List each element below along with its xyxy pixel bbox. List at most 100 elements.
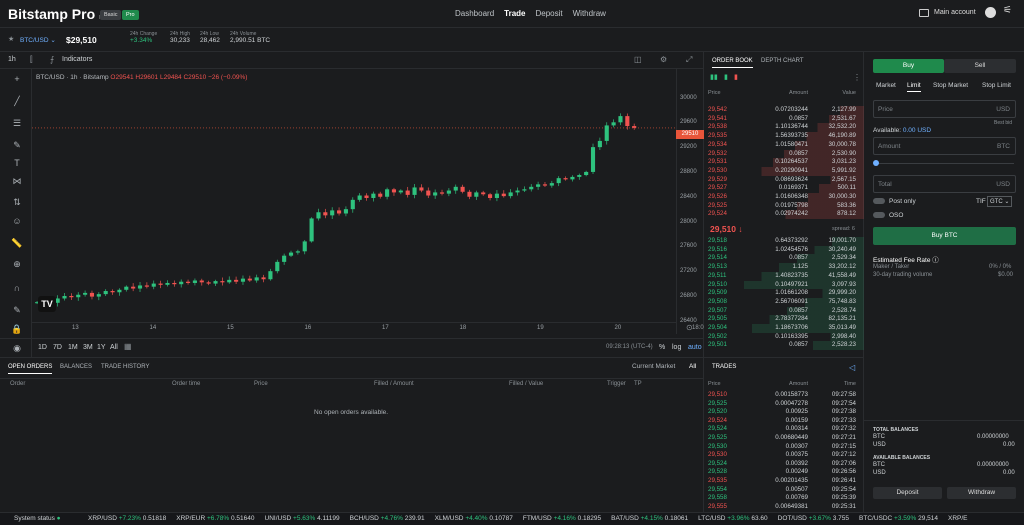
range-1m[interactable]: 1M [68,344,78,351]
bid-row[interactable]: 29,505 2.78377284 82,135.21 [704,315,864,325]
chart-area[interactable]: BTC/USD · 1h · Bitstamp O29541 H29601 L2… [0,52,704,357]
ask-row[interactable]: 29,542 0.07203244 2,127.99 [704,106,864,115]
brand-logo[interactable]: Bitstamp Pro Inc [8,6,106,22]
ask-row[interactable]: 29,541 0.0857 2,531.67 [704,114,864,124]
deposit-button[interactable]: Deposit [873,487,942,499]
sell-tab[interactable]: Sell [944,59,1016,73]
bid-row[interactable]: 29,511 1.40823735 41,558.49 [704,271,864,281]
status-ticker-item[interactable]: BAT/USD +4.15% 0.18061 [611,515,688,522]
all-filter[interactable]: All [689,363,696,370]
pro-mode-pill[interactable]: Pro [122,10,139,20]
amount-slider-handle[interactable] [873,160,879,166]
buy-tab[interactable]: Buy [873,59,944,73]
tab-trade-history[interactable]: TRADE HISTORY [101,364,149,370]
buy-btc-button[interactable]: Buy BTC [873,227,1016,245]
current-market-filter[interactable]: Current Market [632,363,675,370]
tradingview-logo[interactable]: TV [38,296,56,312]
status-ticker-item[interactable]: BTC/USDC +3.59% 29,514 [859,515,938,522]
trade-row[interactable]: 29,535 0.00201435 09:26:41 [704,477,864,486]
trade-row[interactable]: 29,530 0.00375 09:27:12 [704,451,864,460]
trade-row[interactable]: 29,525 0.00680449 09:27:21 [704,434,864,443]
ask-row[interactable]: 29,534 1.01580471 30,000.78 [704,140,864,150]
ask-row[interactable]: 29,535 1.56393735 46,190.89 [704,132,864,141]
bid-row[interactable]: 29,502 0.10163395 2,998.40 [704,332,864,342]
pair-selector[interactable]: BTC/USD ⌄ [20,36,56,44]
star-icon[interactable]: ★ [8,35,14,43]
auto-toggle[interactable]: auto [688,344,702,351]
bid-row[interactable]: 29,509 1.01661208 29,999.20 [704,289,864,298]
post-only-toggle[interactable] [873,198,885,204]
status-ticker-item[interactable]: XRP/E [948,515,968,522]
bid-row[interactable]: 29,516 1.02454576 30,240.49 [704,245,864,255]
bid-row[interactable]: 29,508 2.56706091 75,748.83 [704,297,864,307]
ask-row[interactable]: 29,532 0.0857 2,530.90 [704,149,864,159]
order-type-market[interactable]: Market [876,82,896,89]
trade-row[interactable]: 29,510 0.00158773 09:27:58 [704,391,864,400]
tif-select[interactable]: GTC ⌄ [987,196,1013,207]
range-all[interactable]: All [110,344,118,351]
ask-row[interactable]: 29,524 0.02974242 878.12 [704,210,864,220]
trade-row[interactable]: 29,554 0.00507 09:25:54 [704,486,864,495]
basic-mode-pill[interactable]: Basic [100,10,122,20]
oso-toggle[interactable] [873,212,885,218]
nav-trade[interactable]: Trade [504,9,525,18]
bid-row[interactable]: 29,504 1.18673706 35,013.49 [704,324,864,333]
price-axis[interactable]: 30000 29600 29200 28800 28400 28000 27600 27200… [676,69,704,334]
trade-row[interactable]: 29,524 0.00314 09:27:32 [704,425,864,434]
trade-row[interactable]: 29,528 0.00249 09:26:56 [704,468,864,477]
tab-open-orders[interactable]: OPEN ORDERS [8,364,53,374]
bid-row[interactable]: 29,513 1.125 33,202.12 [704,263,864,272]
best-bid-link[interactable]: Best bid [994,120,1012,126]
system-status[interactable]: System status ● [14,513,61,525]
status-ticker-item[interactable]: XRP/EUR +6.78% 0.51640 [176,515,254,522]
nav-withdraw[interactable]: Withdraw [573,9,606,18]
tab-order-book[interactable]: ORDER BOOK [712,58,753,68]
range-7d[interactable]: 7D [53,344,62,351]
goto-realtime-icon[interactable]: ⊙ [686,323,693,332]
main-account-link[interactable]: Main account [934,9,976,16]
status-ticker-item[interactable]: XLM/USD +4.40% 0.10787 [435,515,513,522]
withdraw-button[interactable]: Withdraw [947,487,1016,499]
trade-row[interactable]: 29,555 0.00649381 09:25:31 [704,503,864,512]
ask-row[interactable]: 29,529 0.08693624 2,567.15 [704,175,864,185]
trade-row[interactable]: 29,558 0.00769 09:25:39 [704,494,864,503]
trade-row[interactable]: 29,530 0.00307 09:27:15 [704,443,864,452]
bid-row[interactable]: 29,518 0.64373292 19,001.70 [704,237,864,246]
settings-sliders-icon[interactable]: ⚟ [1003,5,1012,16]
candlestick-plot[interactable] [32,82,676,327]
user-avatar-icon[interactable] [985,7,996,18]
status-ticker-item[interactable]: DOT/USD +3.67% 3.755 [778,515,849,522]
tab-depth-chart[interactable]: DEPTH CHART [761,58,804,64]
price-input[interactable]: Price USD [873,100,1016,118]
status-ticker-item[interactable]: UNI/USD +5.63% 4.11199 [265,515,340,522]
range-1y[interactable]: 1Y [97,344,106,351]
trade-row[interactable]: 29,524 0.00159 09:27:33 [704,417,864,426]
ask-row[interactable]: 29,538 1.10136744 32,532.20 [704,123,864,133]
sound-icon[interactable]: ◁ [849,363,855,372]
order-type-stop-market[interactable]: Stop Market [933,82,968,89]
percent-toggle[interactable]: % [659,344,665,351]
ask-row[interactable]: 29,526 1.01606348 30,000.30 [704,193,864,202]
book-view-bids-icon[interactable]: ▮ [724,73,728,81]
more-options-icon[interactable]: ⋮ [853,73,861,82]
range-3m[interactable]: 3M [83,344,93,351]
status-ticker-item[interactable]: BCH/USD +4.76% 239.91 [350,515,425,522]
book-view-asks-icon[interactable]: ▮ [734,73,738,81]
trade-row[interactable]: 29,525 0.00047278 09:27:54 [704,400,864,409]
calendar-icon[interactable]: ▦ [124,342,132,351]
bid-row[interactable]: 29,501 0.0857 2,528.23 [704,341,864,351]
bid-row[interactable]: 29,510 0.10497921 3,097.93 [704,280,864,290]
ask-row[interactable]: 29,531 0.10264537 3,031.23 [704,158,864,167]
bid-row[interactable]: 29,514 0.0857 2,529.34 [704,254,864,264]
trade-row[interactable]: 29,524 0.00392 09:27:06 [704,460,864,469]
book-view-both-icon[interactable]: ▮▮ [710,73,718,81]
time-axis[interactable]: 13 14 15 16 17 18 19 20 18:0 [32,322,704,334]
ask-row[interactable]: 29,530 0.20290941 5,991.92 [704,166,864,176]
amount-slider[interactable] [876,163,1014,164]
bid-row[interactable]: 29,507 0.0857 2,528.74 [704,306,864,316]
ask-row[interactable]: 29,527 0.0169371 500.11 [704,184,864,194]
status-ticker-item[interactable]: XRP/USD +7.23% 0.51818 [88,515,166,522]
order-type-stop-limit[interactable]: Stop Limit [982,82,1011,89]
status-ticker-item[interactable]: LTC/USD +3.96% 63.60 [698,515,767,522]
range-1d[interactable]: 1D [38,344,47,351]
